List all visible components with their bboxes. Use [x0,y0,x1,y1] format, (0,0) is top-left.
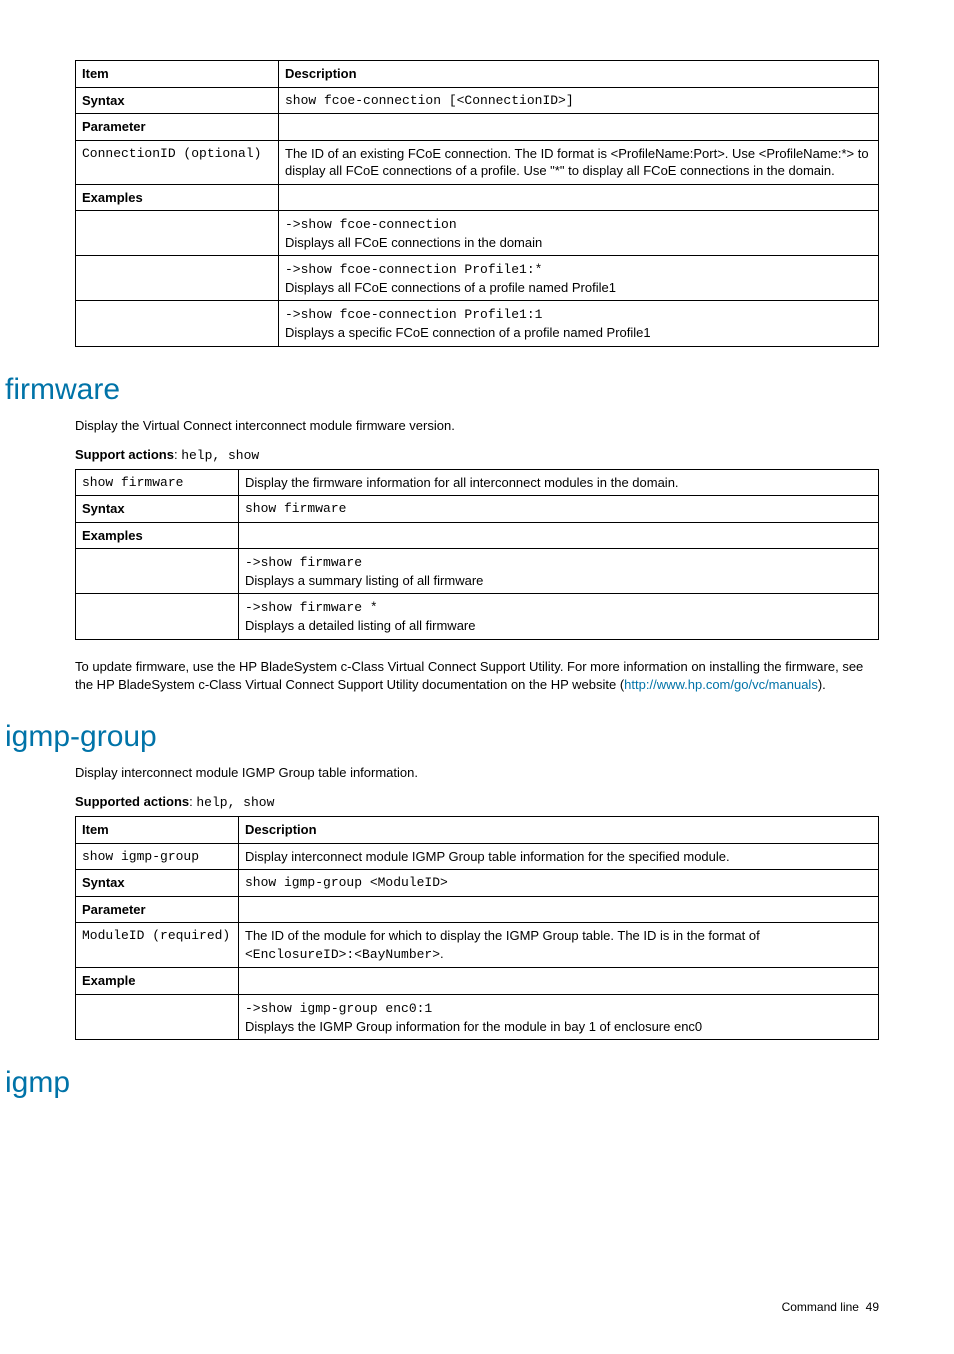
ex-cmd: ->show fcoe-connection [285,217,457,232]
param-desc: The ID of the module for which to displa… [239,923,879,968]
ex-cmd: ->show firmware * [245,600,378,615]
supported-actions-line: Supported actions: help, show [75,794,879,810]
empty-cell [239,522,879,549]
ex-desc: Displays a detailed listing of all firmw… [245,618,475,633]
cmd-desc: Display interconnect module IGMP Group t… [239,843,879,870]
empty-cell [76,301,279,346]
row-syntax-value: show igmp-group <ModuleID> [239,870,879,897]
empty-cell [76,211,279,256]
fcoe-connection-table: Item Description Syntax show fcoe-connec… [75,60,879,347]
after-text-2: ). [818,677,826,692]
firmware-intro: Display the Virtual Connect interconnect… [75,417,879,435]
ex-cmd: ->show fcoe-connection Profile1:1 [285,307,542,322]
ex-desc: Displays all FCoE connections in the dom… [285,235,542,250]
empty-cell [76,994,239,1039]
support-actions-line: Support actions: help, show [75,447,879,463]
example-cell: ->show firmware Displays a summary listi… [239,549,879,594]
page-footer: Command line 49 [75,1300,879,1314]
row-syntax-value: show fcoe-connection [<ConnectionID>] [279,87,879,114]
param-desc-post: . [440,946,444,961]
row-example-label: Example [76,968,239,995]
empty-cell [76,256,279,301]
row-parameter-label: Parameter [76,896,239,923]
ex-desc: Displays a summary listing of all firmwa… [245,573,483,588]
igmp-group-table: Item Description show igmp-group Display… [75,816,879,1040]
example-cell: ->show fcoe-connection Profile1:1 Displa… [279,301,879,346]
ex-desc: Displays the IGMP Group information for … [245,1019,702,1034]
igmp-group-intro: Display interconnect module IGMP Group t… [75,764,879,782]
th-item: Item [76,61,279,88]
empty-cell [279,184,879,211]
firmware-heading: firmware [5,373,879,407]
ex-cmd: ->show fcoe-connection Profile1:* [285,262,542,277]
empty-cell [279,114,879,141]
param-name: ConnectionID (optional) [76,140,279,184]
param-desc: The ID of an existing FCoE connection. T… [279,140,879,184]
param-desc-pre: The ID of the module for which to displa… [245,928,760,943]
param-desc-code: <EnclosureID>:<BayNumber> [245,947,440,962]
firmware-table: show firmware Display the firmware infor… [75,469,879,640]
cmd-desc: Display the firmware information for all… [239,469,879,496]
support-label: Support actions [75,447,174,462]
row-syntax-label: Syntax [76,496,239,523]
support-value: help, show [196,795,274,810]
row-syntax-label: Syntax [76,870,239,897]
firmware-after-text: To update firmware, use the HP BladeSyst… [75,658,879,694]
example-cell: ->show firmware * Displays a detailed li… [239,594,879,639]
footer-page: 49 [866,1300,879,1314]
ex-cmd: ->show igmp-group enc0:1 [245,1001,432,1016]
footer-label: Command line [782,1300,859,1314]
example-cell: ->show fcoe-connection Displays all FCoE… [279,211,879,256]
empty-cell [239,968,879,995]
cmd-name: show igmp-group [76,843,239,870]
empty-cell [76,549,239,594]
row-examples-label: Examples [76,522,239,549]
ex-cmd: ->show firmware [245,555,362,570]
igmp-heading: igmp [5,1066,879,1100]
th-item: Item [76,817,239,844]
example-cell: ->show igmp-group enc0:1 Displays the IG… [239,994,879,1039]
empty-cell [239,896,879,923]
row-syntax-label: Syntax [76,87,279,114]
cmd-name: show firmware [76,469,239,496]
th-description: Description [279,61,879,88]
manuals-link[interactable]: http://www.hp.com/go/vc/manuals [624,677,818,692]
th-description: Description [239,817,879,844]
ex-desc: Displays a specific FCoE connection of a… [285,325,651,340]
support-value: help, show [181,448,259,463]
row-parameter-label: Parameter [76,114,279,141]
support-label: Supported actions [75,794,189,809]
row-examples-label: Examples [76,184,279,211]
igmp-group-heading: igmp-group [5,720,879,754]
ex-desc: Displays all FCoE connections of a profi… [285,280,616,295]
row-syntax-value: show firmware [239,496,879,523]
param-name: ModuleID (required) [76,923,239,968]
example-cell: ->show fcoe-connection Profile1:* Displa… [279,256,879,301]
empty-cell [76,594,239,639]
